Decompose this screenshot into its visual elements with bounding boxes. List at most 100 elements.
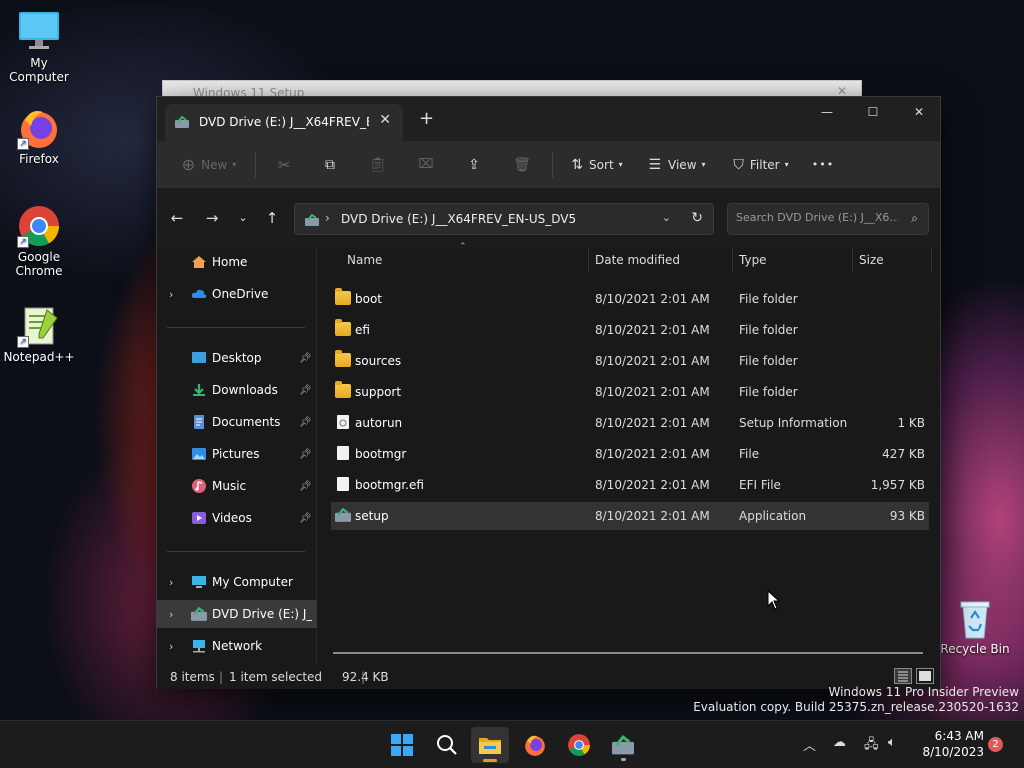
sort-button[interactable]: ⇅ Sort ▾ — [559, 147, 635, 183]
file-row[interactable]: boot 8/10/2021 2:01 AM File folder — [331, 285, 929, 313]
details-view-button[interactable] — [894, 668, 912, 684]
chevron-down-icon[interactable]: ⌄ — [662, 211, 671, 224]
delete-button[interactable]: 🗑︎ — [498, 147, 546, 183]
chevron-up-icon[interactable]: ︿ — [803, 735, 816, 754]
divider — [167, 327, 305, 328]
desktop-icon — [191, 351, 207, 365]
nav-item-my-computer[interactable]: › My Computer — [157, 568, 317, 596]
start-button[interactable] — [383, 727, 421, 763]
file-type: Application — [739, 509, 807, 523]
file-row[interactable]: autorun 8/10/2021 2:01 AM Setup Informatio… — [331, 409, 929, 437]
nav-item-dvd-drive[interactable]: › DVD Drive (E:) J__X6 — [157, 600, 317, 628]
file-row[interactable]: sources 8/10/2021 2:01 AM File folder — [331, 347, 929, 375]
chevron-right-icon[interactable]: › — [169, 288, 173, 301]
pin-icon[interactable]: 📌︎ — [299, 385, 312, 396]
tab-dvd-drive[interactable]: DVD Drive (E:) J__X64FREV_EN ✕ — [165, 104, 403, 141]
file-date: 8/10/2021 2:01 AM — [595, 292, 710, 306]
up-button[interactable]: ↑ — [260, 209, 284, 229]
chevron-right-icon[interactable]: › — [169, 640, 173, 653]
chrome-icon — [568, 734, 590, 756]
desktop-icon-notepadpp[interactable]: ↗ Notepad++ — [1, 304, 77, 364]
nav-item-onedrive[interactable]: › OneDrive — [157, 280, 317, 308]
close-button[interactable]: ✕ — [896, 97, 942, 127]
clock[interactable]: 6:43 AM 8/10/2023 — [912, 728, 984, 760]
pin-icon[interactable]: 📌︎ — [299, 513, 312, 524]
file-row[interactable]: bootmgr 8/10/2021 2:01 AM File 427 KB — [331, 440, 929, 468]
address-bar[interactable]: › DVD Drive (E:) J__X64FREV_EN-US_DV5 ⌄ … — [294, 203, 714, 235]
view-button[interactable]: ☰ View ▾ — [635, 147, 719, 183]
column-separator[interactable] — [732, 248, 733, 272]
back-button[interactable]: ← — [165, 209, 189, 229]
file-row[interactable]: setup 8/10/2021 2:01 AM Application 93 KB — [331, 502, 929, 530]
nav-item-downloads[interactable]: Downloads 📌︎ — [157, 376, 317, 404]
setup-taskbar-button[interactable] — [604, 727, 642, 763]
cloud-offline-icon[interactable]: ☁︎ — [833, 735, 846, 750]
column-header-date[interactable]: Date modified — [595, 244, 731, 276]
nav-item-documents[interactable]: Documents 📌︎ — [157, 408, 317, 436]
tab-close-button[interactable]: ✕ — [379, 112, 391, 128]
column-header-type[interactable]: Type — [739, 244, 851, 276]
cut-button[interactable]: ✂ — [262, 147, 306, 183]
nav-item-network[interactable]: › Network — [157, 632, 317, 660]
file-row[interactable]: efi 8/10/2021 2:01 AM File folder — [331, 316, 929, 344]
volume-icon[interactable]: 🔈︎ — [888, 735, 896, 750]
more-options-button[interactable]: ••• — [803, 147, 843, 183]
search-icon[interactable]: ⌕ — [911, 211, 918, 226]
desktop-icon-chrome[interactable]: ↗ Google Chrome — [1, 204, 77, 278]
desktop-icon-firefox[interactable]: ↗ Firefox — [1, 106, 77, 166]
thumbnail-view-button[interactable] — [916, 668, 934, 684]
new-button[interactable]: ⊕ New ▾ — [169, 147, 249, 183]
nav-label: DVD Drive (E:) J__X6 — [212, 607, 312, 621]
file-row[interactable]: bootmgr.efi 8/10/2021 2:01 AM EFI File 1,95… — [331, 471, 929, 499]
file-date: 8/10/2021 2:01 AM — [595, 323, 710, 337]
file-explorer-taskbar-button[interactable] — [471, 727, 509, 763]
column-label: Type — [739, 253, 767, 267]
pin-icon[interactable]: 📌︎ — [299, 449, 312, 460]
taskbar: ︿ ☁︎ 🖧︎ 🔈︎ 6:43 AM 8/10/2023 2 — [0, 720, 1024, 768]
column-header-name[interactable]: Name — [347, 244, 587, 276]
recent-locations-button[interactable]: ⌄ — [231, 211, 255, 231]
file-row[interactable]: support 8/10/2021 2:01 AM File folder — [331, 378, 929, 406]
navigation-pane: Home › OneDrive Desktop 📌︎ Downloads 📌︎ … — [157, 248, 317, 664]
search-button[interactable] — [428, 727, 466, 763]
copy-button[interactable]: ⧉ — [306, 147, 354, 183]
column-header-size[interactable]: Size — [859, 244, 929, 276]
refresh-icon[interactable]: ↻ — [691, 210, 703, 226]
rename-button[interactable]: ⌧ — [402, 147, 450, 183]
desktop-icon-my-computer[interactable]: My Computer — [1, 10, 77, 84]
nav-label: OneDrive — [212, 287, 269, 301]
trash-icon: 🗑︎ — [513, 156, 531, 173]
horizontal-scrollbar[interactable] — [333, 652, 923, 654]
pin-icon[interactable]: 📌︎ — [299, 353, 312, 364]
column-separator[interactable] — [931, 248, 932, 272]
share-button[interactable]: ⇪ — [450, 147, 498, 183]
filter-button[interactable]: ⛉ Filter ▾ — [719, 147, 803, 183]
new-tab-button[interactable]: + — [419, 108, 434, 129]
clipboard-icon: 📋︎ — [369, 156, 387, 173]
pin-icon[interactable]: 📌︎ — [299, 417, 312, 428]
desktop-icon-recycle-bin[interactable]: Recycle Bin — [937, 596, 1013, 656]
column-separator[interactable] — [852, 248, 853, 272]
address-path[interactable]: DVD Drive (E:) J__X64FREV_EN-US_DV5 — [341, 212, 576, 226]
nav-item-music[interactable]: Music 📌︎ — [157, 472, 317, 500]
minimize-button[interactable]: — — [804, 97, 850, 127]
firefox-taskbar-button[interactable] — [516, 727, 554, 763]
network-icon[interactable]: 🖧︎ — [864, 735, 879, 757]
chrome-taskbar-button[interactable] — [560, 727, 598, 763]
file-size: 1 KB — [897, 416, 925, 430]
chevron-right-icon[interactable]: › — [169, 576, 173, 589]
nav-item-videos[interactable]: Videos 📌︎ — [157, 504, 317, 532]
file-name: efi — [355, 323, 370, 337]
paste-button[interactable]: 📋︎ — [354, 147, 402, 183]
column-separator[interactable] — [588, 248, 589, 272]
search-input[interactable] — [736, 211, 898, 224]
chevron-right-icon[interactable]: › — [169, 608, 173, 621]
nav-item-pictures[interactable]: Pictures 📌︎ — [157, 440, 317, 468]
nav-item-home[interactable]: Home — [157, 248, 317, 276]
nav-item-desktop[interactable]: Desktop 📌︎ — [157, 344, 317, 372]
maximize-button[interactable]: ☐ — [850, 97, 896, 127]
forward-button[interactable]: → — [200, 209, 224, 229]
pin-icon[interactable]: 📌︎ — [299, 481, 312, 492]
notification-badge[interactable]: 2 — [988, 737, 1003, 752]
search-box[interactable]: ⌕ — [727, 203, 929, 235]
